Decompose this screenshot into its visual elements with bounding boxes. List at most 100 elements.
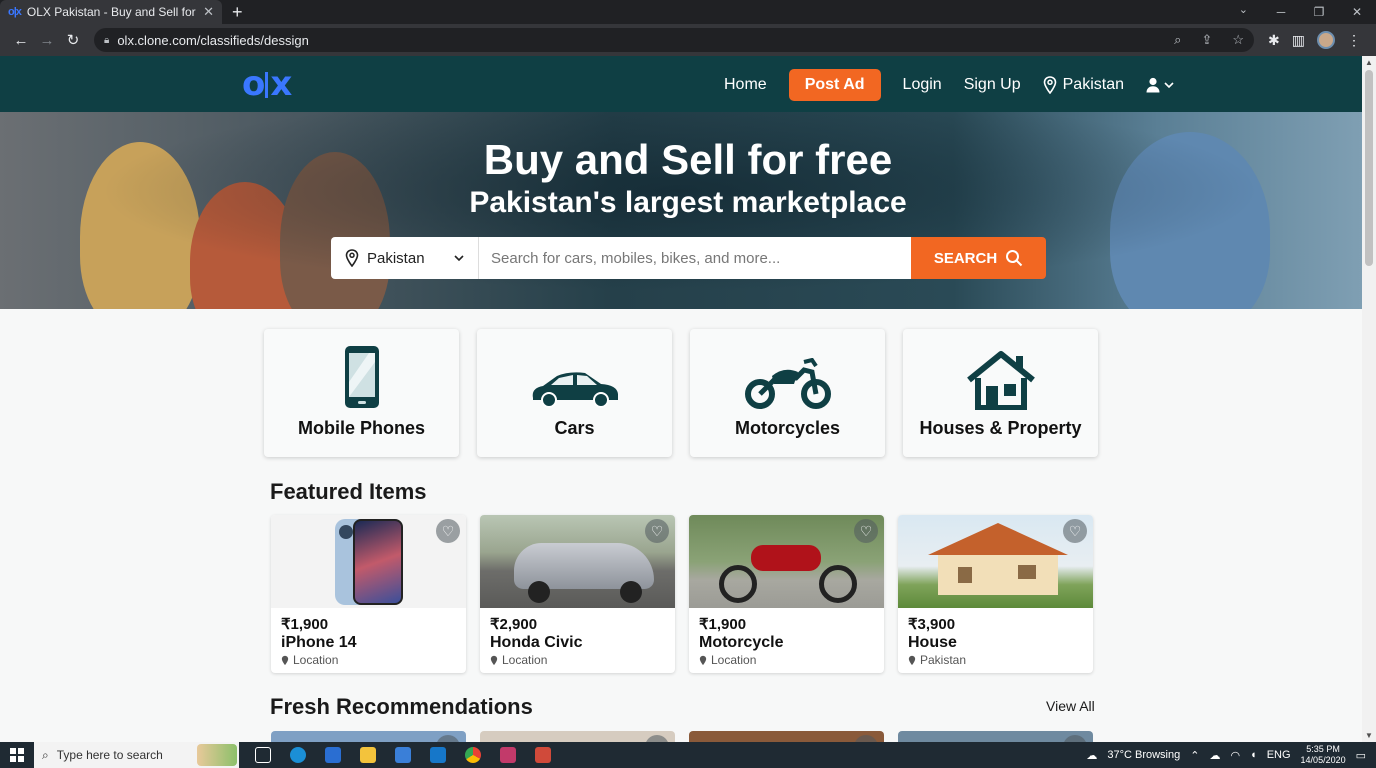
chrome-icon[interactable] [465,747,481,763]
location-label: Pakistan [1062,76,1124,93]
item-location-label: Location [711,653,757,667]
browser-toolbar: ← → ↻ 🔒︎ olx.clone.com/classifieds/dessi… [0,24,1376,56]
search-bar: Pakistan Search for cars, mobiles, bikes… [331,237,1046,279]
system-tray: ☁ 37°C Browsing ⌃ ☁ ◠ ◖ ENG 5:35 PM 14/0… [1086,744,1376,766]
search-button[interactable]: SEARCH [911,237,1046,279]
reload-icon[interactable]: ↻ [60,31,86,49]
scrollbar-thumb[interactable] [1365,70,1373,266]
featured-item-card[interactable]: ♡ ₹1,900 Motorcycle Location [689,515,884,673]
item-location-label: Location [293,653,339,667]
category-houses-property[interactable]: Houses & Property [903,329,1098,457]
post-ad-button[interactable]: Post Ad [788,69,881,101]
location-pin-icon [490,655,498,665]
category-label: Cars [554,418,595,438]
profile-avatar[interactable] [1316,31,1335,49]
outlook-icon[interactable] [430,747,446,763]
location-selector[interactable]: Pakistan [1043,76,1124,94]
olx-logo[interactable]: ox [242,67,292,101]
restore-icon[interactable]: ❐ [1300,0,1338,24]
item-location: Pakistan [908,653,966,667]
favorite-heart-icon[interactable] [645,735,669,742]
fresh-item-card[interactable] [689,731,884,742]
bookmark-star-icon[interactable]: ☆ [1232,32,1244,48]
weather-icon[interactable]: ☁ [1086,749,1097,762]
language-indicator[interactable]: ENG [1267,749,1291,761]
view-all-link[interactable]: View All [1046,698,1095,714]
zoom-icon[interactable]: ⌕ [1174,32,1181,48]
fresh-item-card[interactable] [480,731,675,742]
favorite-heart-icon[interactable] [1063,735,1087,742]
item-price: ₹3,900 [908,616,956,633]
favorite-heart-icon[interactable]: ♡ [436,519,460,543]
share-icon[interactable]: ⇪ [1201,32,1212,48]
category-mobile-phones[interactable]: Mobile Phones [264,329,459,457]
file-explorer-icon[interactable] [360,747,376,763]
weather-text[interactable]: 37°C Browsing [1107,749,1180,761]
address-bar[interactable]: 🔒︎ olx.clone.com/classifieds/dessign ⌕ ⇪… [94,28,1254,52]
favorite-heart-icon[interactable]: ♡ [1063,519,1087,543]
location-dropdown[interactable]: Pakistan [331,237,479,279]
scroll-down-arrow-icon[interactable]: ▼ [1365,731,1373,740]
page-scrollbar[interactable]: ▲ ▼ [1362,56,1376,742]
close-window-icon[interactable]: ✕ [1338,0,1376,24]
scroll-up-arrow-icon[interactable]: ▲ [1365,58,1373,67]
item-name: iPhone 14 [281,634,357,651]
item-name: Motorcycle [699,634,784,651]
fresh-item-card[interactable] [898,731,1093,742]
windows-start-icon[interactable] [0,748,34,762]
featured-section-title: Featured Items [270,479,427,504]
featured-item-card[interactable]: ♡ ₹3,900 House Pakistan [898,515,1093,673]
minimize-icon[interactable]: ─ [1262,0,1300,24]
app-icon[interactable] [535,747,551,763]
taskbar-search[interactable]: ⌕ Type here to search [34,742,239,768]
side-panel-icon[interactable]: ▥ [1292,32,1305,49]
forward-icon[interactable]: → [34,32,60,49]
category-motorcycles[interactable]: Motorcycles [690,329,885,457]
nav-home-link[interactable]: Home [724,76,767,94]
mail-icon[interactable] [325,747,341,763]
featured-item-card[interactable]: ♡ ₹1,900 iPhone 14 Location [271,515,466,673]
edge-icon[interactable] [290,747,306,763]
nav-signup-link[interactable]: Sign Up [964,76,1021,94]
url-text[interactable]: olx.clone.com/classifieds/dessign [117,33,1154,48]
fresh-item-card[interactable] [271,731,466,742]
back-icon[interactable]: ← [8,32,34,49]
favorite-heart-icon[interactable]: ♡ [854,519,878,543]
extensions-icon[interactable]: ✱ [1268,32,1280,49]
cloud-icon[interactable]: ☁ [1209,749,1220,762]
browser-tab[interactable]: o|x OLX Pakistan - Buy and Sell for free… [0,0,222,24]
hero-title: Buy and Sell for free [483,136,893,183]
item-location: Location [490,653,547,667]
favorite-heart-icon[interactable]: ♡ [645,519,669,543]
app-icon[interactable] [500,747,516,763]
item-price: ₹1,900 [699,616,747,633]
location-pin-icon [699,655,707,665]
nav-login-link[interactable]: Login [903,76,942,94]
tray-chevron-icon[interactable]: ⌃ [1190,749,1199,762]
tab-close-icon[interactable]: ✕ [203,4,214,20]
wifi-icon[interactable]: ◠ [1230,749,1240,762]
mobile-phone-icon [344,346,379,408]
window-controls: ─ ❐ ✕ [1262,0,1376,24]
task-view-icon[interactable] [255,747,271,763]
featured-item-card[interactable]: ♡ ₹2,900 Honda Civic Location [480,515,675,673]
volume-icon[interactable]: ◖ [1250,749,1257,761]
motorcycle-icon [744,358,831,409]
favorite-heart-icon[interactable] [854,735,878,742]
notifications-icon[interactable]: ▭ [1356,749,1366,762]
lock-icon[interactable]: 🔒︎ [104,35,109,46]
menu-kebab-icon[interactable]: ⋮ [1347,32,1361,49]
os-taskbar: ⌕ Type here to search ☁ 37°C Browsing ⌃ … [0,742,1376,768]
store-icon[interactable] [395,747,411,763]
item-location-label: Location [502,653,548,667]
taskbar-search-placeholder: Type here to search [56,748,163,762]
user-menu[interactable] [1146,77,1174,93]
tab-search-icon[interactable]: ⌄ [1239,3,1248,16]
item-price: ₹2,900 [490,616,538,633]
category-cars[interactable]: Cars [477,329,672,457]
item-location: Location [281,653,338,667]
new-tab-icon[interactable]: + [232,2,243,23]
favorite-heart-icon[interactable] [436,735,460,742]
taskbar-clock[interactable]: 5:35 PM 14/05/2020 [1301,744,1346,766]
search-input[interactable]: Search for cars, mobiles, bikes, and mor… [479,237,911,279]
